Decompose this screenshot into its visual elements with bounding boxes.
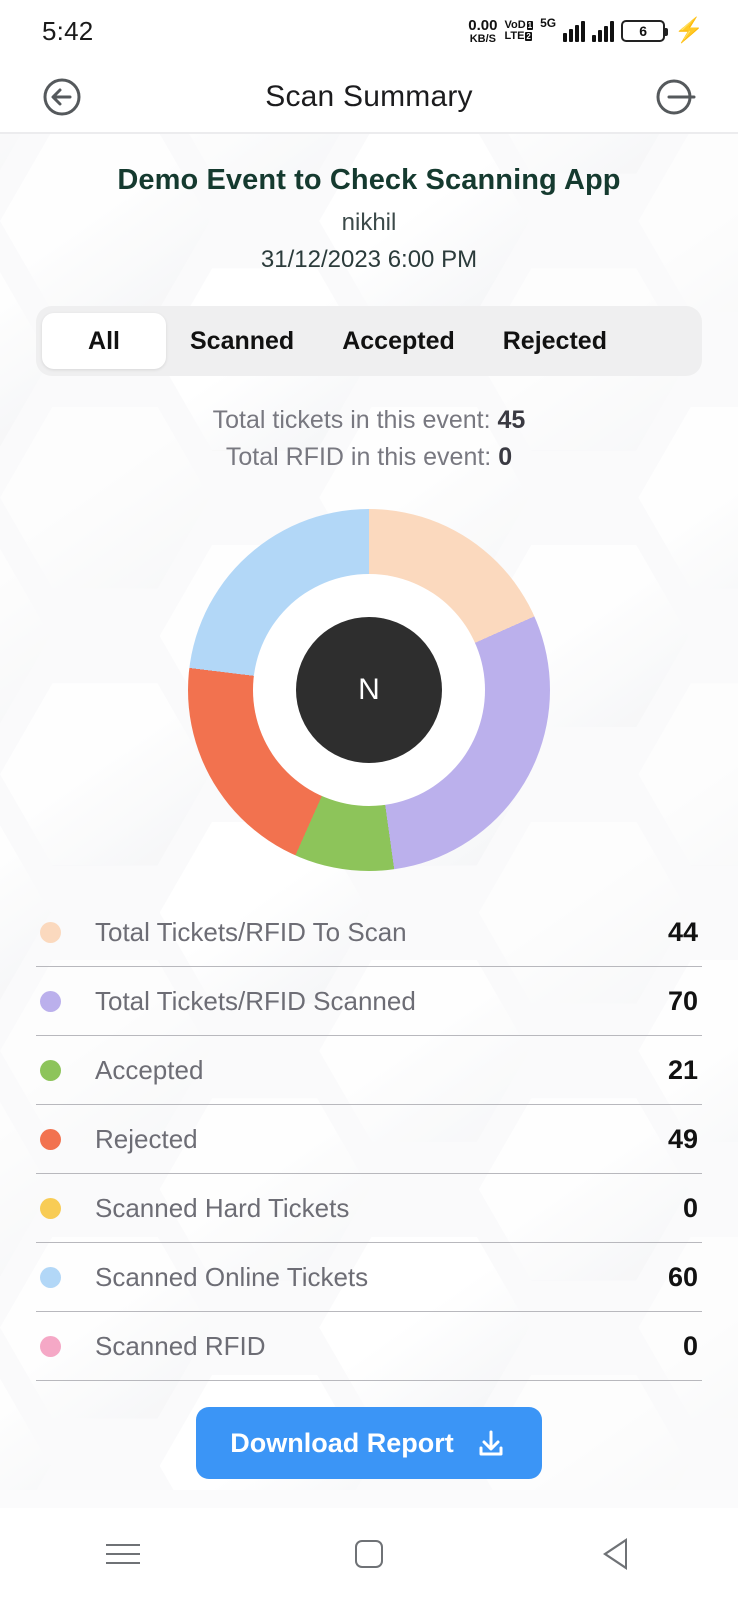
status-clock: 5:42	[42, 15, 94, 46]
event-datetime: 31/12/2023 6:00 PM	[260, 246, 478, 273]
legend-value: 44	[667, 916, 698, 947]
nav-recents-button[interactable]	[63, 1544, 183, 1564]
donut-center-avatar: N	[296, 617, 442, 763]
donut-graphic: N	[188, 509, 550, 871]
totals-summary: Total tickets in this event: 45 Total RF…	[36, 406, 702, 472]
home-square-icon	[355, 1540, 383, 1568]
status-bar: 5:42 0.00 KB/S VoD 1 LTE 2 5G 6 ⚡	[0, 0, 738, 62]
android-navigation-bar	[0, 1508, 738, 1600]
status-icons: 0.00 KB/S VoD 1 LTE 2 5G 6 ⚡	[468, 15, 704, 45]
donut-center-label: N	[358, 673, 380, 706]
network-speed-indicator: 0.00 KB/S	[468, 18, 497, 45]
total-tickets-value: 45	[497, 406, 526, 434]
tab-label: All	[88, 326, 120, 355]
legend-label: Scanned Online Tickets	[95, 1261, 369, 1292]
tab-rejected[interactable]: Rejected	[479, 313, 631, 369]
legend-label: Scanned RFID	[95, 1330, 266, 1361]
back-triangle-icon	[603, 1538, 627, 1570]
volte-icon: VoD 1 LTE 2	[504, 19, 534, 42]
total-rfid-value: 0	[498, 443, 513, 471]
legend-list: Total Tickets/RFID To Scan 44 Total Ticket…	[36, 898, 702, 1381]
tab-label: Scanned	[190, 326, 295, 355]
legend-label: Rejected	[95, 1123, 198, 1154]
legend-row: Scanned Online Tickets 60	[36, 1243, 702, 1312]
legend-row: Total Tickets/RFID Scanned 70	[36, 967, 702, 1036]
battery-icon: 6	[621, 20, 669, 42]
back-button[interactable]	[36, 71, 88, 123]
legend-row: Total Tickets/RFID To Scan 44	[36, 898, 702, 967]
legend-value: 0	[682, 1330, 698, 1361]
charging-bolt-icon: ⚡	[674, 17, 704, 44]
legend-row: Scanned RFID 0	[36, 1312, 702, 1381]
legend-label: Total Tickets/RFID To Scan	[95, 916, 407, 947]
legend-row: Accepted 21	[36, 1036, 702, 1105]
event-title: Demo Event to Check Scanning App	[117, 164, 621, 196]
logout-button[interactable]	[650, 71, 702, 123]
legend-color-dot	[40, 1059, 61, 1081]
network-type-label: 5G	[540, 15, 557, 30]
legend-color-dot	[40, 1197, 61, 1219]
main-content: Demo Event to Check Scanning App nikhil …	[0, 164, 738, 1479]
legend-row: Scanned Hard Tickets 0	[36, 1174, 702, 1243]
legend-color-dot	[40, 1335, 61, 1357]
legend-value: 70	[667, 985, 698, 1016]
hamburger-menu-icon	[106, 1544, 140, 1564]
legend-color-dot	[40, 1266, 61, 1288]
legend-value: 0	[682, 1192, 698, 1223]
download-report-button[interactable]: Download Report	[196, 1407, 542, 1479]
download-report-label: Download Report	[230, 1427, 454, 1458]
volte-bottom-label: LTE	[504, 30, 525, 42]
legend-value: 60	[667, 1261, 698, 1292]
legend-color-dot	[40, 1128, 61, 1150]
tab-scanned[interactable]: Scanned	[166, 313, 318, 369]
nav-home-button[interactable]	[309, 1540, 429, 1568]
legend-value: 21	[667, 1054, 698, 1085]
network-speed-unit: KB/S	[469, 32, 496, 45]
tab-accepted[interactable]: Accepted	[318, 313, 479, 369]
page-title: Scan Summary	[265, 80, 473, 113]
legend-value: 49	[667, 1123, 698, 1154]
legend-label: Accepted	[95, 1054, 204, 1085]
filter-tabs: All Scanned Accepted Rejected	[36, 306, 702, 376]
tab-label: Accepted	[342, 326, 455, 355]
battery-level-label: 6	[639, 23, 647, 39]
legend-label: Total Tickets/RFID Scanned	[95, 985, 416, 1016]
signal-strength-icon-2	[592, 20, 615, 42]
total-tickets-line: Total tickets in this event: 45	[36, 406, 702, 435]
download-icon	[479, 1430, 503, 1456]
total-rfid-label: Total RFID in this event:	[225, 443, 492, 471]
back-arrow-circle-icon	[43, 78, 81, 116]
tab-all[interactable]: All	[42, 313, 166, 369]
donut-chart: N	[36, 494, 702, 886]
event-host: nikhil	[341, 209, 397, 236]
legend-color-dot	[40, 921, 61, 943]
total-tickets-label: Total tickets in this event:	[212, 406, 491, 434]
network-speed-value: 0.00	[468, 16, 498, 34]
total-rfid-line: Total RFID in this event: 0	[36, 443, 702, 472]
legend-row: Rejected 49	[36, 1105, 702, 1174]
download-report-container: Download Report	[36, 1407, 702, 1479]
signal-strength-icon-1	[563, 20, 586, 42]
legend-label: Scanned Hard Tickets	[95, 1192, 350, 1223]
legend-color-dot	[40, 990, 61, 1012]
nav-back-button[interactable]	[555, 1538, 675, 1570]
phone-screen: 5:42 0.00 KB/S VoD 1 LTE 2 5G 6 ⚡ Scan S…	[0, 0, 738, 1600]
tab-label: Rejected	[502, 326, 607, 355]
app-header: Scan Summary	[0, 62, 738, 134]
logout-circle-icon	[656, 79, 696, 115]
